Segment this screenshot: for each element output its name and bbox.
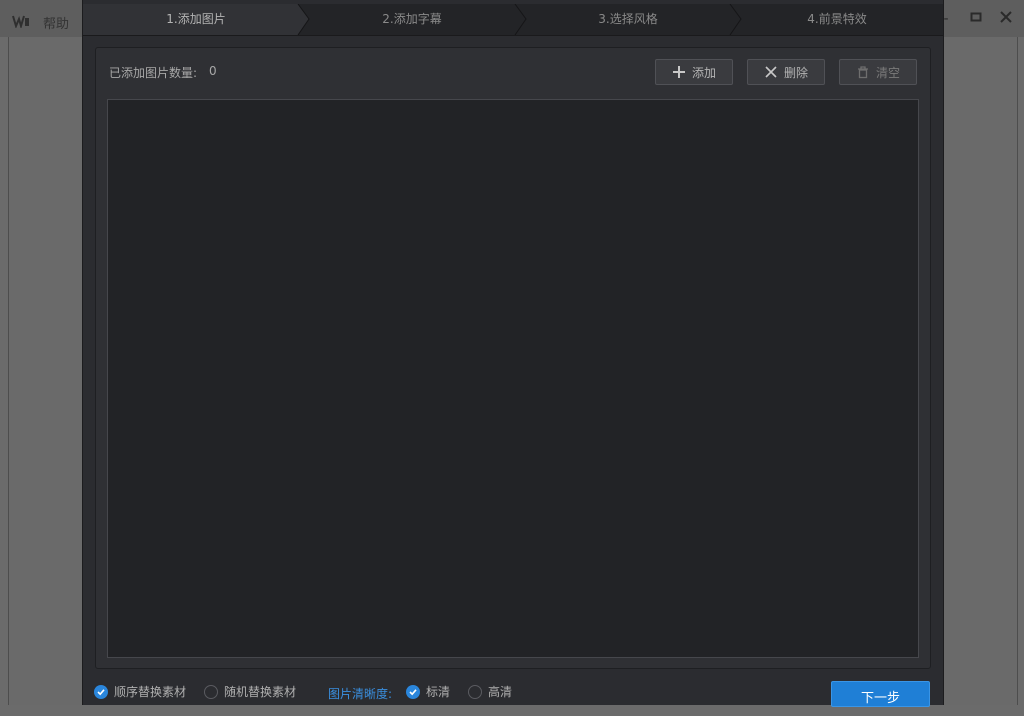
high-quality-label: 高清 [488,685,513,699]
random-replace-label: 随机替换素材 [224,685,297,699]
clear-button-label: 清空 [875,65,900,80]
random-replace-option[interactable]: 随机替换素材 [204,683,296,700]
standard-quality-option[interactable]: 标清 [406,683,450,700]
app-logo-icon [12,15,29,28]
sequential-replace-label: 顺序替换素材 [114,685,187,699]
step-add-images[interactable]: 1.添加图片 [83,4,309,35]
close-icon[interactable] [998,10,1014,28]
wizard-dialog: 1.添加图片 2.添加字幕 3.选择风格 4.前景特效 已添加图片数量: 0 添… [82,0,944,707]
add-button[interactable]: 添加 [655,59,733,85]
delete-button[interactable]: 删除 [747,59,825,85]
sequential-replace-option[interactable]: 顺序替换素材 [94,683,186,700]
image-count-label: 已添加图片数量: [109,66,198,80]
check-icon [406,684,420,699]
image-list-area[interactable] [107,99,919,658]
close-icon [765,66,777,78]
delete-button-label: 删除 [783,65,808,80]
trash-icon [857,66,868,79]
plus-icon [672,66,685,78]
add-button-label: 添加 [691,65,716,80]
next-button[interactable]: 下一步 [831,681,930,707]
check-icon [94,684,108,699]
step-choose-style[interactable]: 3.选择风格 [519,4,737,35]
radio-unchecked-icon [204,684,218,699]
standard-quality-label: 标清 [426,685,451,699]
clarity-label: 图片清晰度: [328,687,393,701]
window-controls: - [938,10,1014,28]
radio-unchecked-icon [468,684,482,699]
help-menu[interactable]: 帮助 [43,13,69,32]
image-panel: 已添加图片数量: 0 添加 删除 清空 [95,47,931,669]
step-bar: 1.添加图片 2.添加字幕 3.选择风格 4.前景特效 [83,4,943,36]
step-foreground-effects[interactable]: 4.前景特效 [731,4,943,35]
maximize-icon[interactable] [968,10,984,28]
step-add-subtitles[interactable]: 2.添加字幕 [303,4,521,35]
clear-button[interactable]: 清空 [839,59,917,85]
image-count-value: 0 [209,64,217,78]
dialog-footer: 顺序替换素材 随机替换素材 图片清晰度: 标清 高清 下一步 [83,676,943,707]
high-quality-option[interactable]: 高清 [468,683,512,700]
